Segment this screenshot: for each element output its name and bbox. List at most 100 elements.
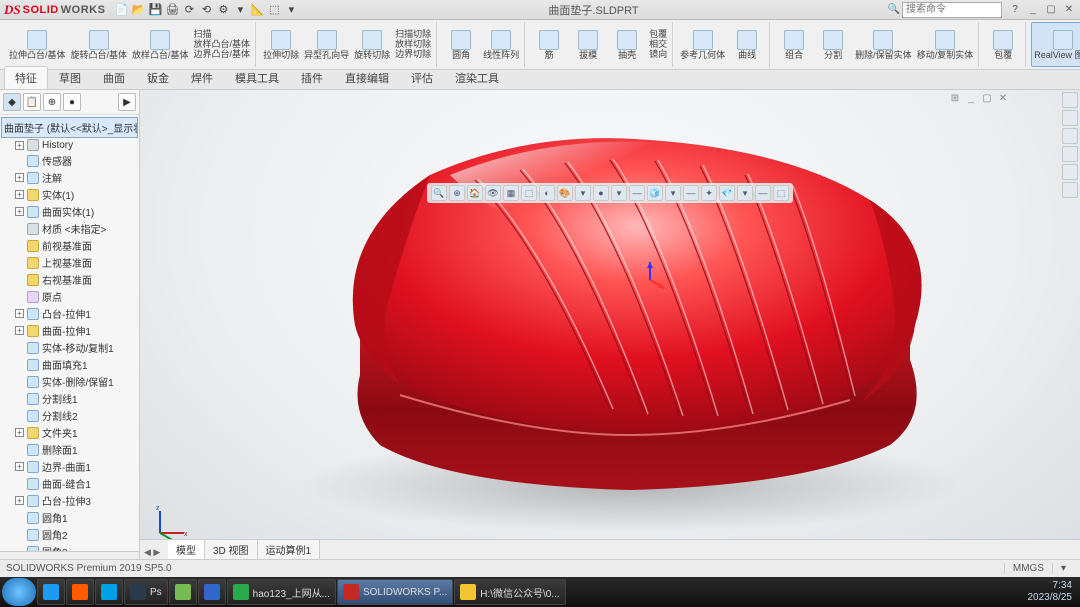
help-button[interactable]: ? — [1008, 3, 1022, 17]
taskbar-item[interactable] — [169, 579, 197, 605]
close-button[interactable]: ✕ — [1062, 3, 1076, 17]
tab-插件[interactable]: 插件 — [290, 66, 334, 89]
graphics-max-button[interactable]: ▢ — [980, 92, 994, 106]
ribbon-subitem[interactable]: 放样凸台/基体 — [192, 40, 253, 49]
qat-button-6[interactable]: ⚙ — [215, 2, 231, 18]
tree-node[interactable]: +History — [1, 138, 138, 152]
qat-button-9[interactable]: ⬚ — [266, 2, 282, 18]
view-tool-6[interactable]: ◐ — [539, 185, 555, 201]
viewport-tab[interactable]: 模型 — [168, 540, 205, 559]
tree-node[interactable]: +实体-删除/保留1 — [1, 373, 138, 390]
view-tool-3[interactable]: 👁 — [485, 185, 501, 201]
tree-node[interactable]: +原点 — [1, 288, 138, 305]
ribbon-button[interactable]: 旋转凸台/基体 — [69, 22, 130, 67]
tree-node[interactable]: +凸台-拉伸3 — [1, 492, 138, 509]
view-tool-18[interactable]: — — [755, 185, 771, 201]
graphics-close-button[interactable]: ✕ — [996, 92, 1010, 106]
ribbon-button[interactable]: 分割 — [814, 22, 852, 67]
search-input[interactable] — [902, 2, 1002, 18]
view-tool-11[interactable]: — — [629, 185, 645, 201]
rail-button-0[interactable] — [1062, 92, 1078, 108]
tree-node[interactable]: +圆角3 — [1, 543, 138, 551]
taskbar-item[interactable] — [37, 579, 65, 605]
view-tool-5[interactable]: ⬚ — [521, 185, 537, 201]
taskbar-item[interactable]: SOLIDWORKS P... — [337, 579, 453, 605]
tree-node[interactable]: +材质 <未指定> — [1, 220, 138, 237]
taskbar-item[interactable]: Ps — [124, 579, 168, 605]
panel-tab-0[interactable]: ◆ — [3, 93, 21, 111]
status-menu-icon[interactable]: ▾ — [1052, 563, 1074, 574]
tree-node[interactable]: +边界-曲面1 — [1, 458, 138, 475]
view-tool-8[interactable]: ▾ — [575, 185, 591, 201]
taskbar-item[interactable]: H:\微信公众号\0... — [454, 579, 565, 605]
expander-icon[interactable]: + — [15, 309, 24, 318]
panel-collapse-icon[interactable]: ▶ — [118, 93, 136, 111]
ribbon-button[interactable]: 异型孔向导 — [302, 22, 351, 67]
graphics-split-icon[interactable]: ⊞ — [948, 92, 962, 106]
system-tray[interactable]: 7:34 2023/8/25 — [1022, 580, 1079, 604]
rail-button-3[interactable] — [1062, 146, 1078, 162]
tree-node[interactable]: +凸台-拉伸1 — [1, 305, 138, 322]
tree-node[interactable]: +曲面填充1 — [1, 356, 138, 373]
taskbar-item[interactable] — [95, 579, 123, 605]
tab-焊件[interactable]: 焊件 — [180, 66, 224, 89]
ribbon-button[interactable]: 旋转切除 — [352, 22, 392, 67]
tree-node[interactable]: +删除面1 — [1, 441, 138, 458]
tab-nav-icons[interactable]: ◀ ▶ — [144, 547, 160, 558]
expander-icon[interactable]: + — [15, 190, 24, 199]
taskbar-item[interactable] — [198, 579, 226, 605]
tree-node[interactable]: +曲面实体(1) — [1, 203, 138, 220]
panel-tab-1[interactable]: 📋 — [23, 93, 41, 111]
ribbon-button[interactable]: 曲线 — [728, 22, 766, 67]
ribbon-button[interactable]: 筋 — [530, 22, 568, 67]
expander-icon[interactable]: + — [15, 207, 24, 216]
qat-button-8[interactable]: 📐 — [249, 2, 265, 18]
ribbon-subitem[interactable]: 相交 — [647, 40, 669, 49]
tree-node[interactable]: +前视基准面 — [1, 237, 138, 254]
tree-node[interactable]: +注解 — [1, 169, 138, 186]
view-tool-12[interactable]: 🧊 — [647, 185, 663, 201]
rail-button-1[interactable] — [1062, 110, 1078, 126]
tab-曲面[interactable]: 曲面 — [92, 66, 136, 89]
rail-button-2[interactable] — [1062, 128, 1078, 144]
ribbon-button[interactable]: 包覆 — [984, 22, 1022, 67]
expander-icon[interactable]: + — [15, 141, 24, 150]
viewport-tab[interactable]: 3D 视图 — [205, 540, 258, 559]
panel-scrollbar[interactable] — [0, 551, 139, 559]
ribbon-button[interactable]: 组合 — [775, 22, 813, 67]
ribbon-button[interactable]: 抽壳 — [608, 22, 646, 67]
expander-icon[interactable]: + — [15, 326, 24, 335]
ribbon-subitem[interactable]: 包覆 — [647, 30, 669, 39]
tab-草图[interactable]: 草图 — [48, 66, 92, 89]
view-tool-7[interactable]: 🎨 — [557, 185, 573, 201]
tree-node[interactable]: +实体(1) — [1, 186, 138, 203]
view-tool-0[interactable]: 🔍 — [431, 185, 447, 201]
viewport-tab[interactable]: 运动算例1 — [258, 540, 321, 559]
view-tool-14[interactable]: — — [683, 185, 699, 201]
qat-button-5[interactable]: ⟲ — [198, 2, 214, 18]
tree-node[interactable]: +圆角2 — [1, 526, 138, 543]
tab-钣金[interactable]: 钣金 — [136, 66, 180, 89]
view-triad[interactable]: z x y — [150, 503, 190, 543]
view-tool-9[interactable]: ● — [593, 185, 609, 201]
expander-icon[interactable]: + — [15, 428, 24, 437]
rail-button-4[interactable] — [1062, 164, 1078, 180]
tree-node[interactable]: +曲面-拉伸1 — [1, 322, 138, 339]
ribbon-subitem[interactable]: 边界切除 — [393, 50, 433, 59]
qat-button-3[interactable]: 🖨 — [164, 2, 180, 18]
minimize-button[interactable]: _ — [1026, 3, 1040, 17]
start-button[interactable] — [2, 578, 36, 606]
ribbon-button[interactable]: 参考几何体 — [678, 22, 727, 67]
qat-button-0[interactable]: 📄 — [113, 2, 129, 18]
view-tool-17[interactable]: ▾ — [737, 185, 753, 201]
ribbon-button[interactable]: RealView 图形 — [1031, 22, 1080, 67]
tab-特征[interactable]: 特征 — [4, 66, 48, 89]
tree-node[interactable]: +分割线2 — [1, 407, 138, 424]
view-tool-4[interactable]: ▦ — [503, 185, 519, 201]
panel-tab-2[interactable]: ⊕ — [43, 93, 61, 111]
tree-node[interactable]: +传感器 — [1, 152, 138, 169]
ribbon-button[interactable]: 移动/复制实体 — [915, 22, 976, 67]
view-tool-19[interactable]: ⬚ — [773, 185, 789, 201]
ribbon-button[interactable]: 删除/保留实体 — [853, 22, 914, 67]
tree-node[interactable]: +右视基准面 — [1, 271, 138, 288]
